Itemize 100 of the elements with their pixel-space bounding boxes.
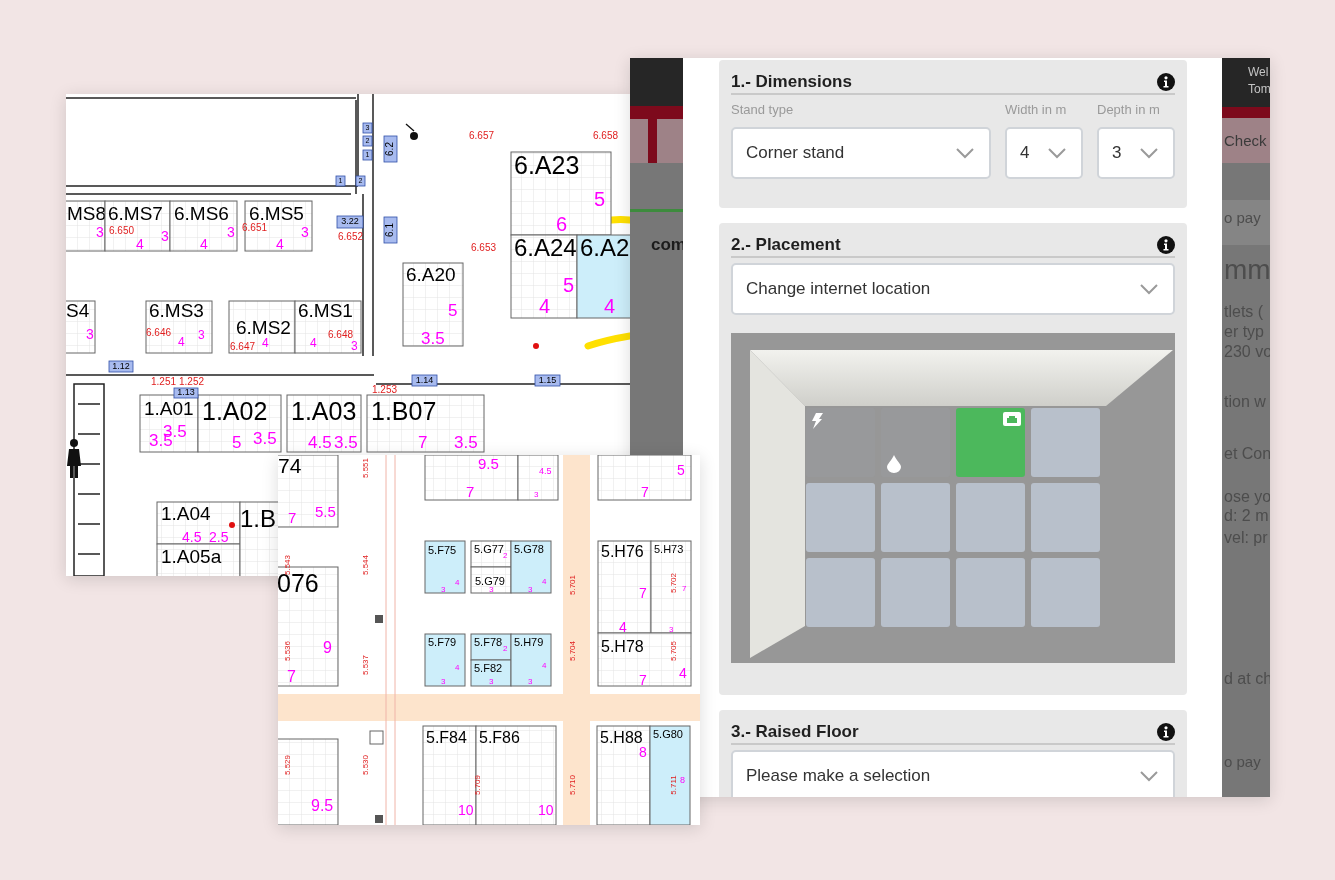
pillar-icon (375, 815, 383, 823)
outlet-code: 6.651 (242, 222, 268, 233)
outlet-code: 5.536 (283, 641, 293, 661)
booth-size: 7 (639, 672, 647, 688)
floor-tile[interactable] (806, 408, 875, 477)
booth-number: 5.H76 (601, 543, 644, 560)
booth-size: 3 (227, 224, 235, 240)
booth-size: 3.5 (454, 433, 478, 452)
background-text: o pay (1224, 209, 1261, 225)
booth-number: 6.A24 (514, 234, 577, 261)
booth-size: 3 (161, 228, 169, 244)
booth-number: 5.G77 (474, 543, 504, 555)
booth-number: 5.G79 (475, 575, 505, 587)
booth-size: 4 (200, 236, 208, 252)
booth-size: 4 (310, 336, 317, 350)
booth-size: 7 (418, 433, 428, 452)
booth-number: 6.MS3 (149, 300, 204, 321)
booth-size: 4.5 (308, 433, 332, 452)
booth-size: 3.5 (253, 429, 277, 448)
outlet-code: 5.529 (283, 755, 293, 775)
booth-size: 8 (639, 744, 647, 760)
select-field[interactable]: 4 (1005, 127, 1083, 179)
user-greeting: Wel (1248, 66, 1269, 78)
booth-size: 5.5 (315, 503, 336, 520)
floor-tile[interactable] (881, 558, 950, 627)
booth-number: 5.H88 (600, 729, 643, 746)
booth-size: 5 (448, 301, 458, 320)
location-tag: 6.2 (383, 135, 398, 163)
booth-number: 6.A23 (514, 151, 580, 179)
floor-tile[interactable] (806, 483, 875, 552)
square-marker (369, 730, 384, 745)
floor-tile[interactable] (806, 558, 875, 627)
outlet-code: 6.657 (469, 130, 495, 141)
booth-size: 3 (441, 677, 446, 686)
booth-size: 9.5 (311, 797, 334, 814)
booth-size: 4 (604, 295, 616, 317)
outlet-code: 5.702 (669, 573, 679, 593)
booth-size: 3 (528, 585, 533, 594)
floor-tile[interactable] (956, 558, 1025, 627)
booth-size: 7 (287, 668, 296, 685)
floor-tile[interactable] (1031, 483, 1100, 552)
booth-number: MS8 (67, 203, 107, 224)
chevron-icon (955, 147, 975, 159)
booth-number: 6.MS2 (236, 317, 291, 338)
outlet-code: 6.650 (109, 225, 135, 236)
outlet-code: 6.648 (328, 329, 354, 340)
booth-size: 9.5 (478, 455, 499, 472)
booth-size: 3 (86, 326, 94, 342)
booth-size: 4 (542, 661, 547, 670)
outlet-code: 5.543 (283, 555, 293, 575)
outlet-code: 1.251 (151, 376, 177, 387)
booth-size: 7 (682, 584, 687, 593)
info-icon (1157, 235, 1175, 254)
booth-size: 2.5 (209, 529, 229, 545)
booth-size: 4.5 (182, 529, 202, 545)
person-icon (67, 439, 81, 478)
outlet-code: 6.646 (146, 327, 172, 338)
outlet-code: 1.252 (179, 376, 205, 387)
select-field[interactable]: Corner stand (731, 127, 991, 179)
outlet-code: 5.709 (473, 775, 483, 795)
booth-size: 4 (136, 236, 144, 252)
booth-size: 4 (178, 335, 185, 349)
floor-tile[interactable] (956, 408, 1025, 477)
outlet-code: 5.710 (568, 775, 578, 795)
booth-size: 4 (679, 665, 687, 681)
outlet-code: 5.711 (669, 775, 679, 795)
booth-size: 3 (528, 677, 533, 686)
booth-number: 6.MS5 (249, 203, 304, 224)
section-title: 2.- Placement (731, 233, 841, 256)
select-field[interactable]: Please make a selection (731, 750, 1175, 797)
booth-size: 4 (539, 295, 551, 317)
booth-size: 3 (301, 224, 309, 240)
booth-number: 1.A02 (202, 397, 268, 425)
booth-number: 1.A05a (161, 546, 222, 567)
booth-number: 6.A2 (580, 234, 630, 261)
booth-size: 9 (323, 639, 332, 656)
outlet-dot (229, 522, 235, 528)
select-field[interactable]: 3 (1097, 127, 1175, 179)
booth-number: 1.A01 (144, 398, 194, 419)
chevron-icon (1139, 770, 1159, 782)
location-tag: 3.22 (336, 215, 364, 229)
chevron-icon (1139, 283, 1159, 295)
booth-size: 7 (641, 484, 649, 500)
booth-size: 7 (639, 585, 647, 601)
booth-number: 6.MS1 (298, 300, 353, 321)
booth-size: 4 (262, 336, 269, 350)
floor-tile[interactable] (881, 483, 950, 552)
location-tag: 6.1 (383, 216, 398, 244)
floor-tile[interactable] (1031, 558, 1100, 627)
active-underline (630, 209, 683, 212)
floor-tile[interactable] (881, 408, 950, 477)
outlet-code: 6.653 (471, 242, 497, 253)
floor-tile[interactable] (956, 483, 1025, 552)
floor-tile[interactable] (1031, 408, 1100, 477)
select-field[interactable]: Change internet location (731, 263, 1175, 315)
booth-size: 4 (619, 619, 627, 635)
booth-number: 1.B07 (371, 397, 437, 425)
chevron-icon (1047, 147, 1067, 159)
booth-number: 1.A04 (161, 503, 211, 524)
location-tag: 1.14 (411, 374, 438, 387)
